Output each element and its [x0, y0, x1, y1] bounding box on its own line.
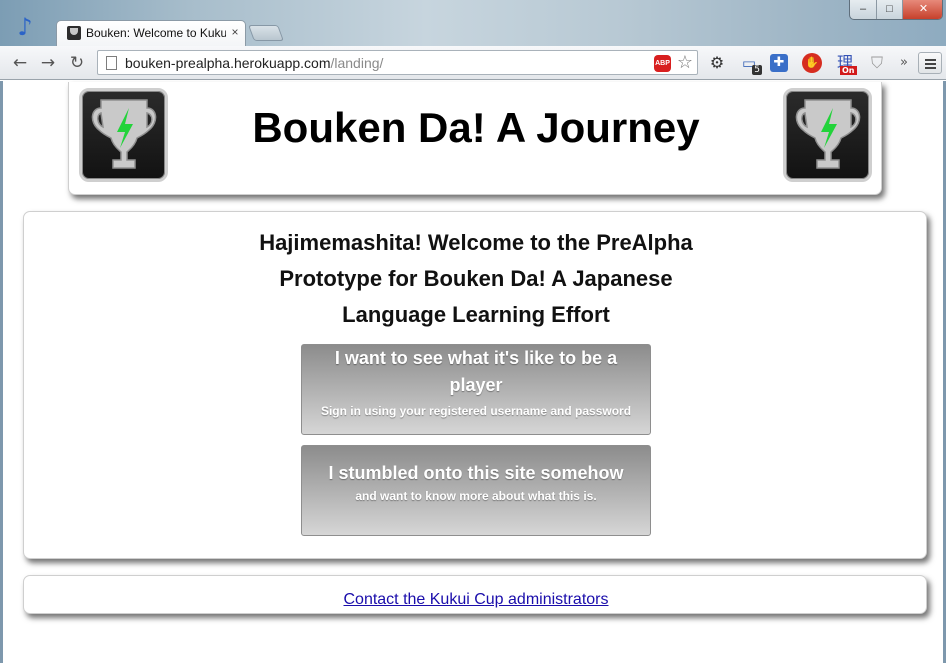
welcome-card: Hajimemashita! Welcome to the PreAlpha P… [23, 211, 927, 559]
reload-button[interactable]: ↻ [66, 52, 88, 74]
page-title: Bouken Da! A Journey [252, 104, 700, 151]
address-bar[interactable]: bouken-prealpha.herokuapp.com/landing/ A… [97, 50, 698, 75]
browser-titlebar: ♪ Bouken: Welcome to Kuku × – □ ✕ [0, 0, 946, 46]
window-badge-icon[interactable]: ▭ 5 [738, 52, 762, 75]
header-card: Bouken Da! A Journey [68, 82, 882, 195]
player-button-title: I want to see what it's like to be a pla… [334, 348, 618, 395]
badge-count: 5 [752, 65, 762, 75]
url-text[interactable]: bouken-prealpha.herokuapp.com/landing/ [125, 55, 383, 72]
abp-icon[interactable]: ABP [654, 55, 671, 72]
gear-icon[interactable]: ⚙ [706, 52, 728, 74]
browser-toolbar: ← → ↻ bouken-prealpha.herokuapp.com/land… [0, 46, 946, 80]
minimize-button[interactable]: – [850, 0, 877, 19]
url-host: bouken-prealpha.herokuapp.com [125, 55, 331, 71]
shield-icon[interactable]: ⛉ [866, 52, 888, 74]
puzzle-icon[interactable]: ✚ [770, 54, 788, 72]
footer-card: Contact the Kukui Cup administrators [23, 575, 927, 614]
player-sign-in-button[interactable]: I want to see what it's like to be a pla… [301, 344, 651, 435]
stop-icon[interactable]: ✋ [802, 53, 822, 73]
contact-admin-link[interactable]: Contact the Kukui Cup administrators [24, 591, 928, 609]
trophy-icon [79, 88, 168, 182]
learn-more-button-title: I stumbled onto this site somehow [328, 463, 624, 483]
url-path: /landing/ [330, 55, 384, 71]
new-tab-button[interactable] [248, 25, 284, 41]
browser-tab[interactable]: Bouken: Welcome to Kuku × [56, 20, 246, 46]
learn-more-button[interactable]: I stumbled onto this site somehow and wa… [301, 445, 651, 536]
star-icon[interactable]: ☆ [675, 52, 695, 73]
page-icon [106, 56, 117, 70]
menu-icon[interactable] [918, 52, 942, 74]
welcome-heading: Hajimemashita! Welcome to the PreAlpha P… [259, 230, 693, 327]
tab-close-icon[interactable]: × [229, 25, 241, 39]
back-button[interactable]: ← [9, 52, 31, 74]
chevron-double-right-icon[interactable]: » [893, 52, 915, 74]
kanji-icon[interactable]: 理 On [834, 52, 857, 75]
maximize-button[interactable]: □ [877, 0, 903, 19]
kanji-on-badge: On [840, 66, 857, 75]
forward-button[interactable]: → [37, 52, 59, 74]
trophy-icon [783, 88, 872, 182]
close-window-button[interactable]: ✕ [903, 0, 942, 19]
player-button-subtitle: Sign in using your registered username a… [320, 404, 632, 418]
tab-title: Bouken: Welcome to Kuku [86, 26, 226, 40]
window-controls: – □ ✕ [849, 0, 943, 20]
trophy-favicon-icon [67, 26, 81, 40]
music-note-icon: ♪ [17, 13, 33, 41]
learn-more-button-subtitle: and want to know more about what this is… [355, 489, 597, 503]
